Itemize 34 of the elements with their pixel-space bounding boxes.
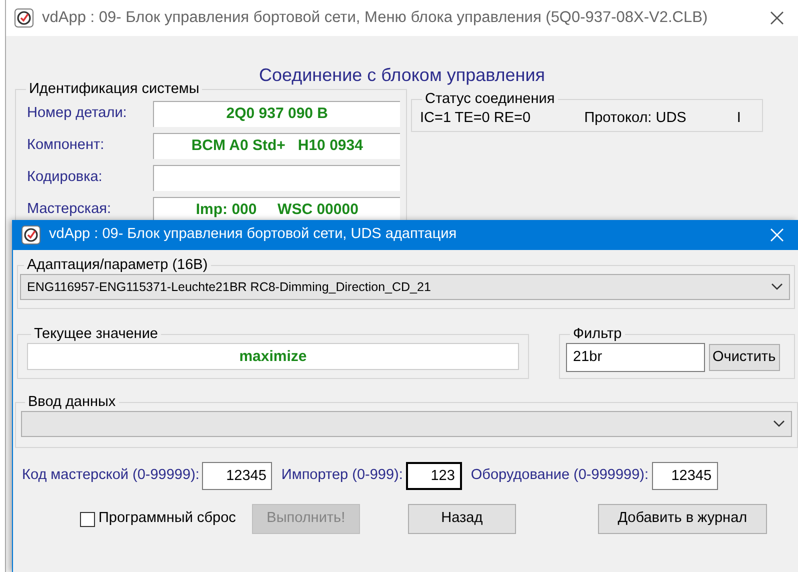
status-text: I (736, 109, 742, 128)
number-field[interactable]: 12345 (652, 462, 718, 490)
status-text: IC=1 TE=0 RE=0 (420, 109, 532, 128)
value-field: BCM A0 Std+ H10 0934 (153, 133, 400, 159)
section-heading: Соединение с блоком управления (258, 64, 546, 86)
field-label: Номер детали: (27, 104, 128, 124)
window-title: vdApp : 09- Блок управления бортовой сети, Меню блока управления (5Q0-937-08X-V2.CLB) (42, 8, 709, 28)
field-label: Компонент: (27, 136, 106, 156)
app-icon (21, 225, 41, 245)
field-label: Мастерская: (27, 200, 112, 220)
action-button[interactable]: Добавить в журнал (598, 504, 767, 534)
number-field[interactable]: 12345 (202, 462, 272, 490)
field-label: Код мастерской (0-99999): (22, 466, 200, 486)
number-field[interactable]: 123 (406, 462, 462, 490)
group-label: Адаптация/параметр (16B) (26, 256, 209, 274)
reset-checkbox[interactable]: Программный сброс (80, 508, 236, 530)
group-label: Статус соединения (424, 90, 556, 108)
group-label: Текущее значение (33, 325, 159, 343)
group-label: Идентификация системы (28, 80, 200, 98)
window-title: vdApp : 09- Блок управления бортовой сети, UDS адаптация (49, 225, 458, 244)
value-display: maximize (27, 343, 519, 370)
field-label: Импортер (0-999): (281, 466, 403, 486)
dropdown[interactable]: ENG116957-ENG115371-Leuchte21BR RC8-Dimming_Direction_CD_21 (20, 274, 790, 300)
group-label: Ввод данных (27, 393, 117, 411)
status-text: Протокол: UDS (584, 109, 688, 128)
clear-button[interactable]: Очистить (708, 344, 780, 371)
filter-field[interactable]: 21br (566, 343, 705, 372)
close-icon[interactable] (770, 11, 784, 25)
value-field: 2Q0 937 090 B (153, 101, 400, 127)
app-icon (14, 8, 34, 28)
action-button[interactable]: Назад (408, 504, 516, 534)
field-label: Кодировка: (27, 168, 104, 188)
field-label: Оборудование (0-999999): (470, 466, 649, 486)
group-label: Фильтр (572, 325, 623, 343)
